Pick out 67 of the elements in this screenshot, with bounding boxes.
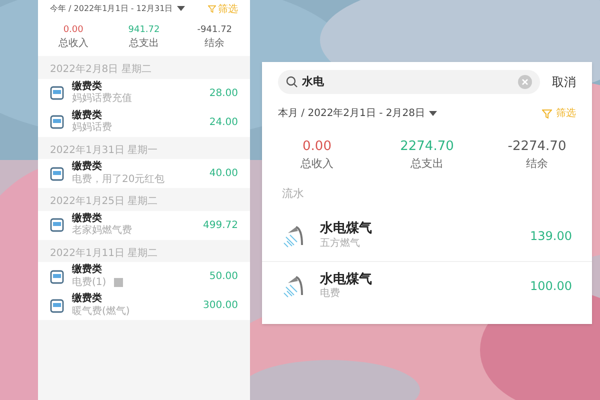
date-heading: 2022年1月25日 星期二 [49,194,159,209]
period-selector[interactable]: 本月 / 2022年2月1日 - 2月28日 [278,106,425,121]
search-field[interactable]: 水电 [278,70,540,94]
summary-value: 0.00 [302,138,332,156]
bill-icon [50,166,64,180]
summary-label: 结余 [526,156,548,170]
category-label: 缴费类 [72,264,103,276]
caret-icon[interactable] [176,6,185,12]
cancel-button[interactable]: 取消 [552,73,576,91]
amount-text: 40.00 [209,167,238,181]
amount-text: 50.00 [209,270,238,284]
clear-icon[interactable] [518,75,532,89]
amount-text: 499.72 [203,218,238,232]
date-heading: 2022年2月8日 星期二 [49,62,152,77]
summary-value: -2274.70 [508,138,566,156]
period-selector[interactable]: 今年 / 2022年1月1日 - 12月31日 [50,3,173,15]
category-label: 缴费类 [72,212,103,224]
summary-value: -941.72 [197,24,232,37]
note-text: 妈妈话费充值 [72,93,132,106]
date-heading: 2022年1月31日 星期一 [49,144,159,158]
search-icon [286,76,298,88]
transaction-row[interactable]: 缴费类 妈妈话费充值 28.00 [38,78,250,108]
category-label: 缴费类 [72,293,103,306]
bill-icon [50,86,64,100]
bill-icon [50,270,64,284]
category-label: 缴费类 [72,161,103,174]
summary-value: 2274.70 [400,138,454,156]
search-input[interactable]: 水电 [302,74,514,90]
transaction-row[interactable]: 水电煤气 五方燃气 139.00 [262,210,592,261]
note-text: 五方燃气 [320,238,361,250]
bill-icon [50,298,64,312]
amount-text: 24.00 [209,116,238,130]
note-text: 电费，用了20元红包 [72,174,165,186]
summary-value: 941.72 [128,24,160,37]
summary-label: 总收入 [300,156,334,170]
bill-icon [50,115,64,129]
transaction-row[interactable]: 缴费类 暖气费(燃气) 300.00 [38,291,250,320]
transaction-row[interactable]: 缴费类 老家妈燃气费 499.72 [38,210,250,240]
note-text: 妈妈话费 [72,122,112,134]
summary-label: 结余 [204,38,225,50]
amount-text: 100.00 [530,278,572,296]
thumbnail-icon [114,278,124,288]
transaction-row[interactable]: 缴费类 电费，用了20元红包 40.00 [38,159,250,188]
note-text: 暖气费(燃气) [72,306,130,318]
filter-icon[interactable] [542,108,552,118]
note-text: 电费(1) [72,276,106,289]
category-label: 水电煤气 [320,272,373,288]
amount-text: 300.00 [203,299,238,313]
category-label: 缴费类 [72,110,103,122]
summary-label: 总支出 [410,156,444,170]
transaction-row[interactable]: 缴费类 电费(1) 50.00 [38,262,250,291]
caret-icon[interactable] [428,110,437,116]
summary-value: 0.00 [63,24,84,37]
note-text: 电费 [320,288,341,301]
amount-text: 139.00 [530,228,572,245]
transaction-row[interactable]: 缴费类 妈妈话费 24.00 [38,108,250,136]
transaction-row[interactable]: 水电煤气 电费 100.00 [262,260,592,311]
summary-label: 总支出 [129,38,159,50]
bill-icon [50,218,64,232]
category-label: 水电煤气 [320,221,373,238]
category-label: 缴费类 [72,80,103,92]
section-heading: 流水 [281,186,305,202]
note-text: 老家妈燃气费 [72,225,132,238]
amount-text: 28.00 [209,86,238,100]
summary-label: 总收入 [58,38,88,50]
date-heading: 2022年1月11日 星期二 [49,246,159,260]
filter-icon[interactable] [208,5,216,13]
